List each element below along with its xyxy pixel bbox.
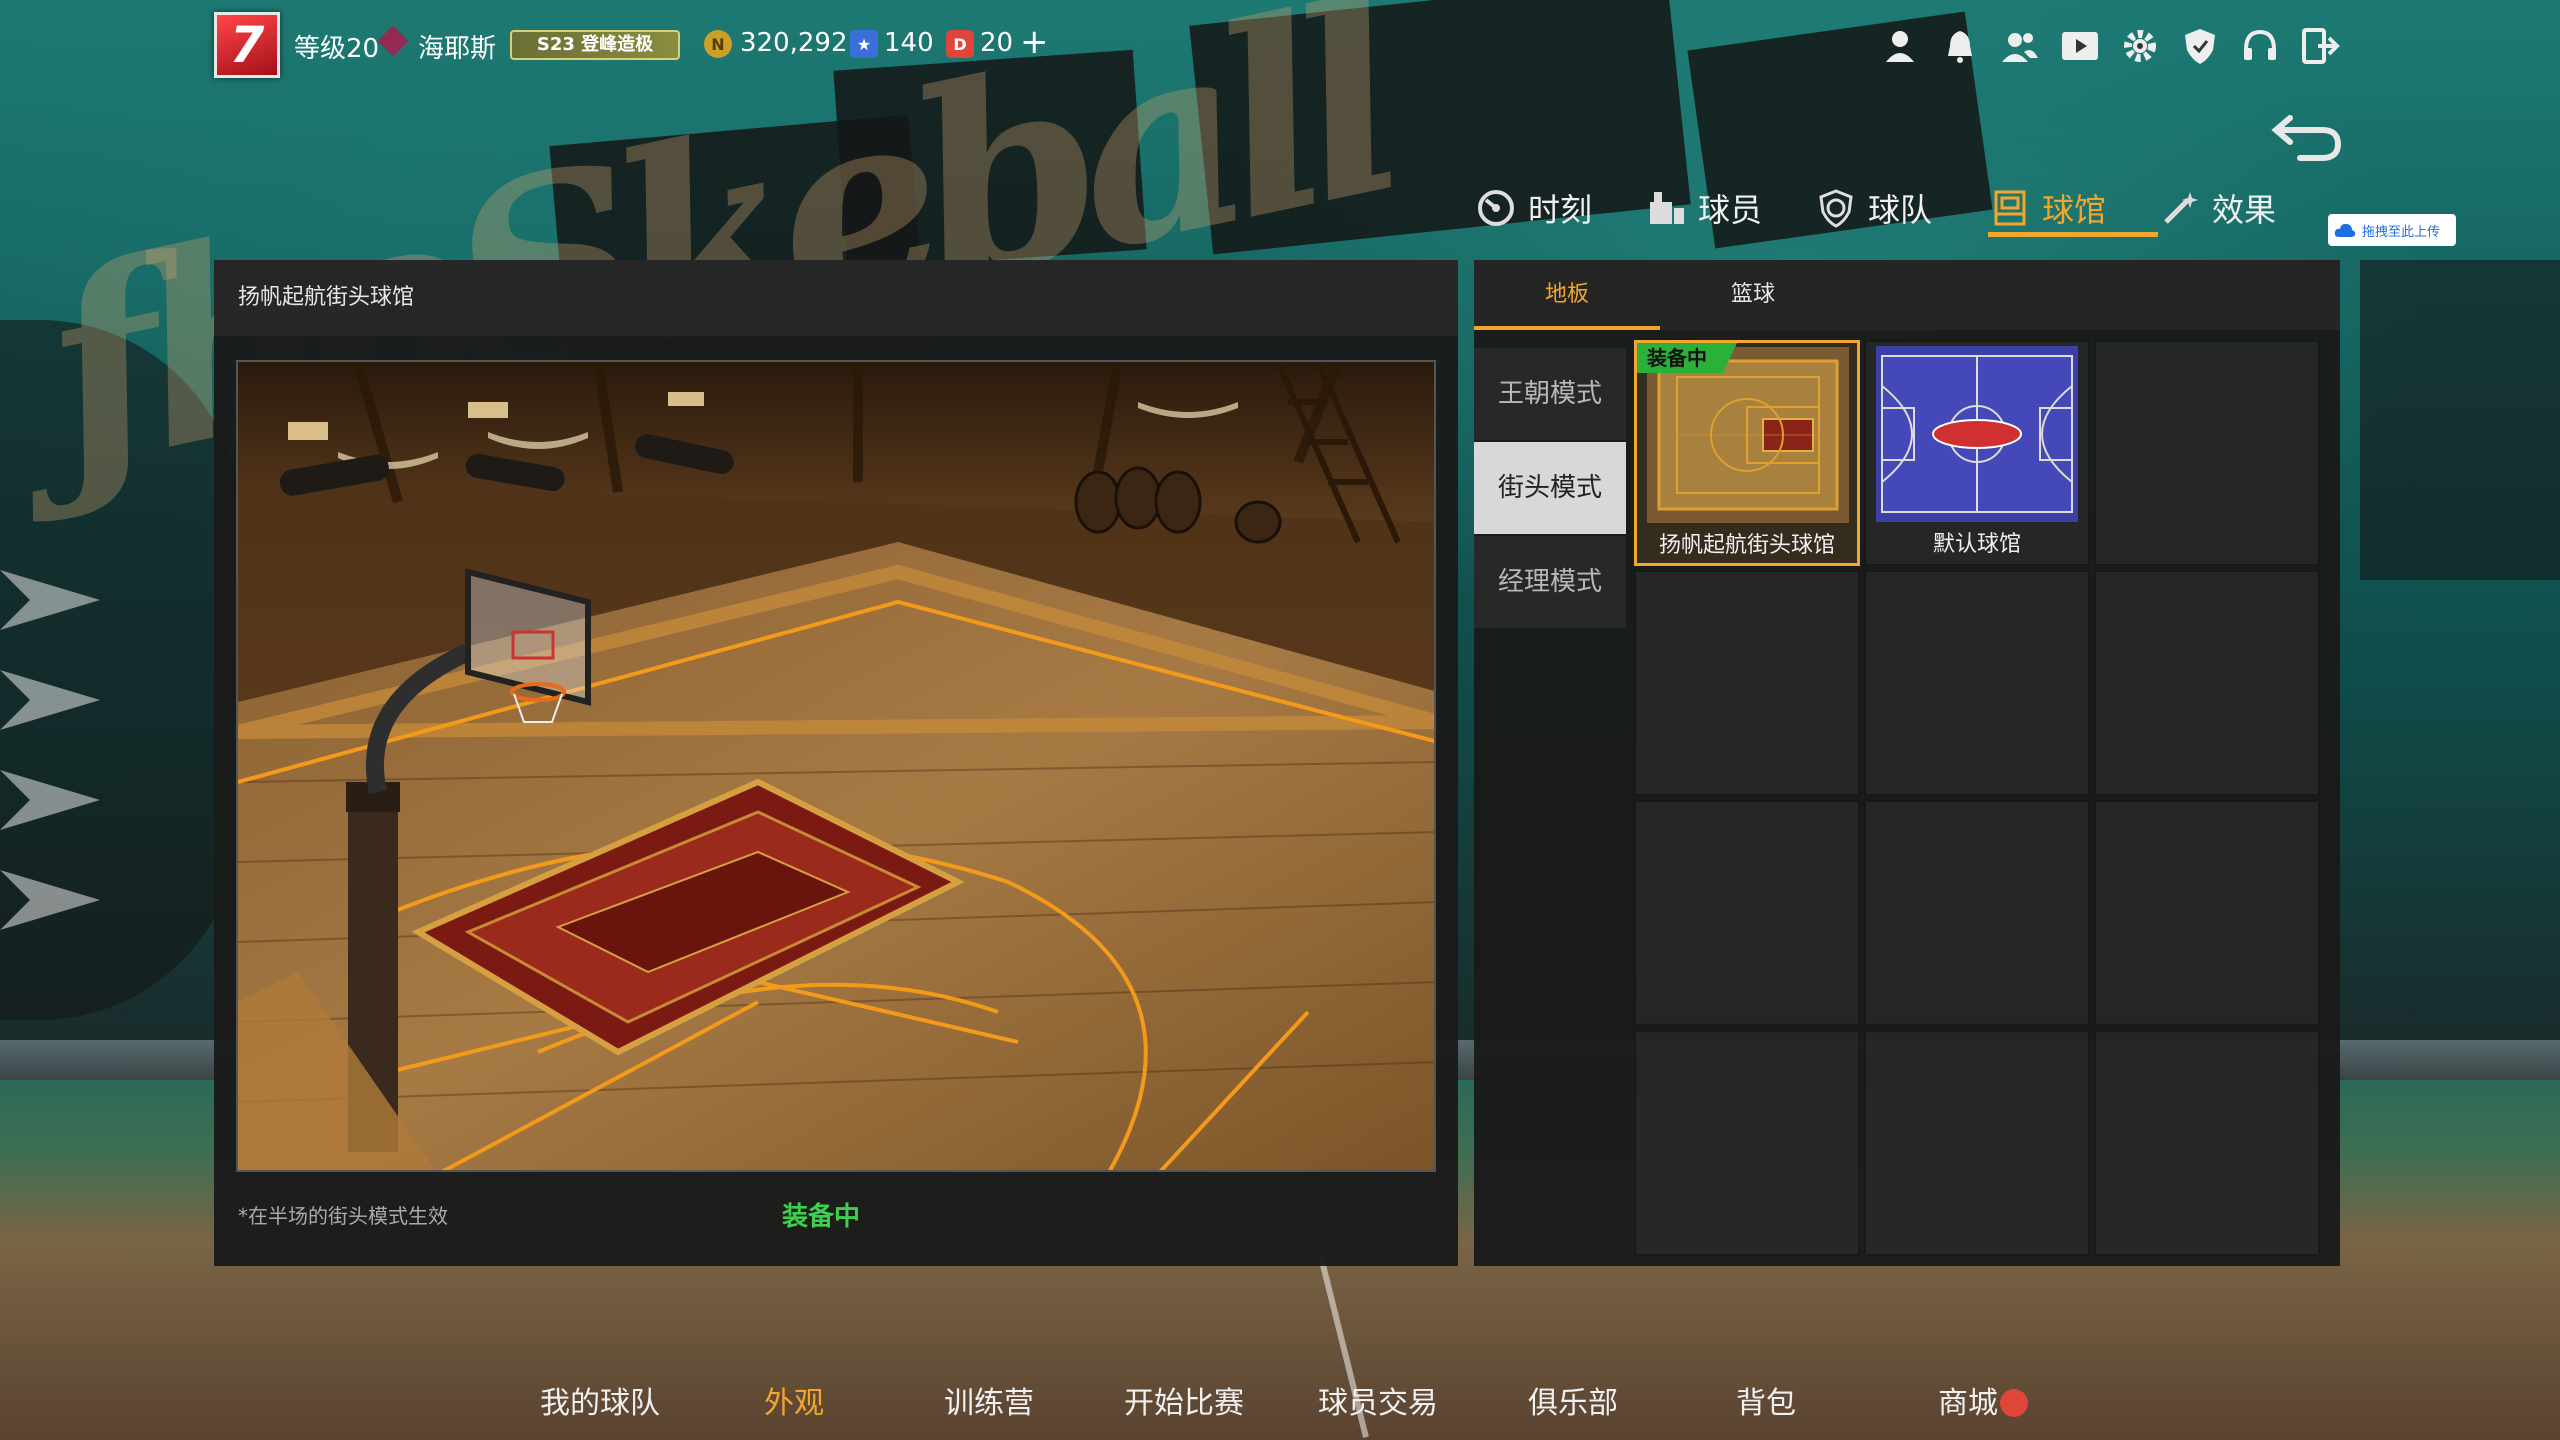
gear-icon[interactable] xyxy=(2120,26,2160,66)
tab-arena-label: 球馆 xyxy=(2042,191,2107,229)
video-icon[interactable] xyxy=(2060,26,2100,66)
tab-moment-label: 时刻 xyxy=(1528,191,1593,229)
tab-effect-label: 效果 xyxy=(2212,191,2277,229)
item-card-sailing-arena[interactable]: 装备中 扬帆起航街头球馆 xyxy=(1634,340,1860,566)
level-label: 等级20 xyxy=(294,34,380,64)
preview-title: 扬帆起航街头球馆 xyxy=(214,260,1458,336)
tab-player-label: 球员 xyxy=(1698,191,1763,229)
nav-start-game[interactable]: 开始比赛 xyxy=(1124,1378,1244,1422)
nav-shop[interactable]: 商城 xyxy=(1938,1378,2028,1422)
nav-player-trade[interactable]: 球员交易 xyxy=(1318,1378,1438,1422)
ticket-count: 20 xyxy=(980,28,1014,58)
moment-icon xyxy=(1478,190,1514,226)
player-icon xyxy=(1650,192,1684,224)
tab-effect[interactable]: 效果 xyxy=(2160,178,2276,238)
arena-preview-image xyxy=(236,360,1436,1172)
item-selection-panel: 地板 篮球 王朝模式 街头模式 经理模式 装备中 扬帆起航街头球馆 默认球馆 xyxy=(1474,260,2340,1266)
nav-backpack[interactable]: 背包 xyxy=(1736,1378,1796,1422)
item-label: 默认球馆 xyxy=(1932,532,2021,557)
item-label: 扬帆起航街头球馆 xyxy=(1658,533,1835,558)
upload-chip-label: 拖拽至此上传 xyxy=(2362,224,2441,240)
tab-arena[interactable]: 球馆 xyxy=(1990,178,2106,238)
effect-icon xyxy=(2164,192,2198,224)
item-thumbnail xyxy=(1876,346,2078,522)
profile-icon[interactable] xyxy=(1880,26,1920,66)
star-icon: ★ xyxy=(850,30,878,58)
item-card-empty xyxy=(1864,570,2090,796)
bell-icon[interactable] xyxy=(1940,26,1980,66)
coin-count: 320,292 xyxy=(740,28,848,58)
team-icon xyxy=(1819,189,1853,228)
nav-appearance[interactable]: 外观 xyxy=(764,1378,824,1422)
coin-icon: N xyxy=(704,30,732,58)
arena-preview-render xyxy=(238,362,1434,1170)
tab-team-label: 球队 xyxy=(1868,191,1933,229)
upload-chip[interactable]: 拖拽至此上传 xyxy=(2328,214,2456,246)
top-bar: 7 等级20 海耶斯 S23 登峰造极 N 320,292 ★ 140 D 20… xyxy=(0,0,2560,90)
sub-tab-floor[interactable]: 地板 xyxy=(1474,260,1660,330)
shield-icon[interactable] xyxy=(2180,26,2220,66)
effect-note: *在半场的街头模式生效 xyxy=(238,1204,448,1228)
item-card-empty xyxy=(1634,1030,1860,1256)
item-card-empty xyxy=(2094,340,2320,566)
mode-street[interactable]: 街头模式 xyxy=(1474,442,1626,534)
player-name[interactable]: 海耶斯 xyxy=(418,28,496,65)
mode-dynasty[interactable]: 王朝模式 xyxy=(1474,348,1626,440)
background-arrows xyxy=(0,570,100,930)
star-count: 140 xyxy=(884,28,934,58)
equipped-status: 装备中 xyxy=(782,1202,861,1232)
cloud-icon xyxy=(2334,223,2356,237)
item-card-empty xyxy=(1634,570,1860,796)
tab-player[interactable]: 球员 xyxy=(1646,178,1762,238)
item-card-default-arena[interactable]: 默认球馆 xyxy=(1864,340,2090,566)
nav-club[interactable]: 俱乐部 xyxy=(1528,1378,1618,1422)
nav-training-camp[interactable]: 训练营 xyxy=(944,1378,1034,1422)
background-graffiti-block xyxy=(2360,260,2560,580)
arena-icon xyxy=(1994,190,2026,226)
item-card-empty xyxy=(2094,800,2320,1026)
player-avatar-level-badge[interactable]: 7 xyxy=(214,12,280,78)
equipped-tag: 装备中 xyxy=(1637,343,1737,373)
bottom-nav: 我的球队 外观 训练营 开始比赛 球员交易 俱乐部 背包 商城 xyxy=(0,1360,2560,1440)
item-card-empty xyxy=(1634,800,1860,1026)
season-rank-badge[interactable]: S23 登峰造极 xyxy=(510,30,680,60)
friends-icon[interactable] xyxy=(2000,26,2040,66)
tab-active-underline xyxy=(1988,232,2158,237)
diamond-icon xyxy=(377,25,409,57)
item-card-empty xyxy=(2094,1030,2320,1256)
mode-manager[interactable]: 经理模式 xyxy=(1474,536,1626,628)
ticket-icon: D xyxy=(946,30,974,58)
exit-icon[interactable] xyxy=(2300,26,2340,66)
sub-tab-bar: 地板 篮球 xyxy=(1474,260,2340,330)
sub-tab-underline xyxy=(1474,326,1660,330)
nav-my-team[interactable]: 我的球队 xyxy=(540,1378,660,1422)
add-currency-button[interactable]: + xyxy=(1020,22,1049,62)
item-card-empty xyxy=(1864,800,2090,1026)
nav-shop-label: 商城 xyxy=(1938,1386,1998,1421)
shop-notification-icon xyxy=(2000,1388,2028,1417)
item-thumbnail xyxy=(1647,347,1849,523)
item-card-empty xyxy=(1864,1030,2090,1256)
headset-icon[interactable] xyxy=(2240,26,2280,66)
sub-tab-basketball[interactable]: 篮球 xyxy=(1660,260,1846,330)
tab-moment[interactable]: 时刻 xyxy=(1476,178,1592,238)
item-grid: 装备中 扬帆起航街头球馆 默认球馆 xyxy=(1634,340,2324,1260)
tab-team[interactable]: 球队 xyxy=(1816,178,1932,238)
preview-panel: 扬帆起航街头球馆 *在半场的街头模式生效 装备中 xyxy=(214,260,1458,1266)
back-button[interactable] xyxy=(2270,108,2344,164)
item-card-empty xyxy=(2094,570,2320,796)
